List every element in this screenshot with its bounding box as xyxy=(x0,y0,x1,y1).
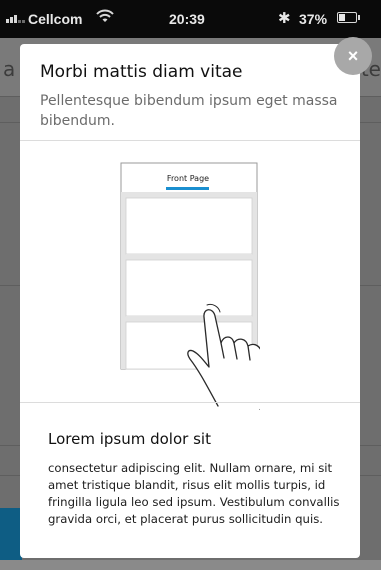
status-bar: Cellcom 20:39 ✱ 37% xyxy=(0,0,381,38)
background-peek-text-left: a xyxy=(3,57,16,81)
modal-subtitle: Pellentesque bibendum ipsum eget massa b… xyxy=(40,93,338,129)
bluetooth-icon: ✱ xyxy=(278,10,291,27)
battery-percent: 37% xyxy=(299,11,328,27)
battery-icon xyxy=(337,12,360,23)
illustration-tab-indicator xyxy=(166,187,209,190)
wifi-icon xyxy=(96,9,114,22)
modal-divider xyxy=(20,140,360,141)
illustration-card xyxy=(125,197,253,255)
signal-strength-icon xyxy=(6,11,25,23)
swipe-illustration: Front Page xyxy=(120,162,260,410)
background-accent-block xyxy=(0,508,22,560)
onboarding-modal: Morbi mattis diam vitae Pellentesque bib… xyxy=(20,44,360,558)
carrier-name: Cellcom xyxy=(28,11,83,27)
status-time: 20:39 xyxy=(169,11,205,27)
illustration-card xyxy=(125,259,253,317)
modal-divider xyxy=(20,402,360,403)
info-title: Lorem ipsum dolor sit xyxy=(48,430,211,448)
illustration-tab-label: Front Page xyxy=(167,174,209,183)
close-button[interactable]: × xyxy=(334,37,372,75)
background-bottom-bar xyxy=(0,560,381,570)
info-body: consectetur adipiscing elit. Nullam orna… xyxy=(48,461,340,526)
close-icon: × xyxy=(347,45,359,66)
modal-title: Morbi mattis diam vitae xyxy=(40,62,243,82)
